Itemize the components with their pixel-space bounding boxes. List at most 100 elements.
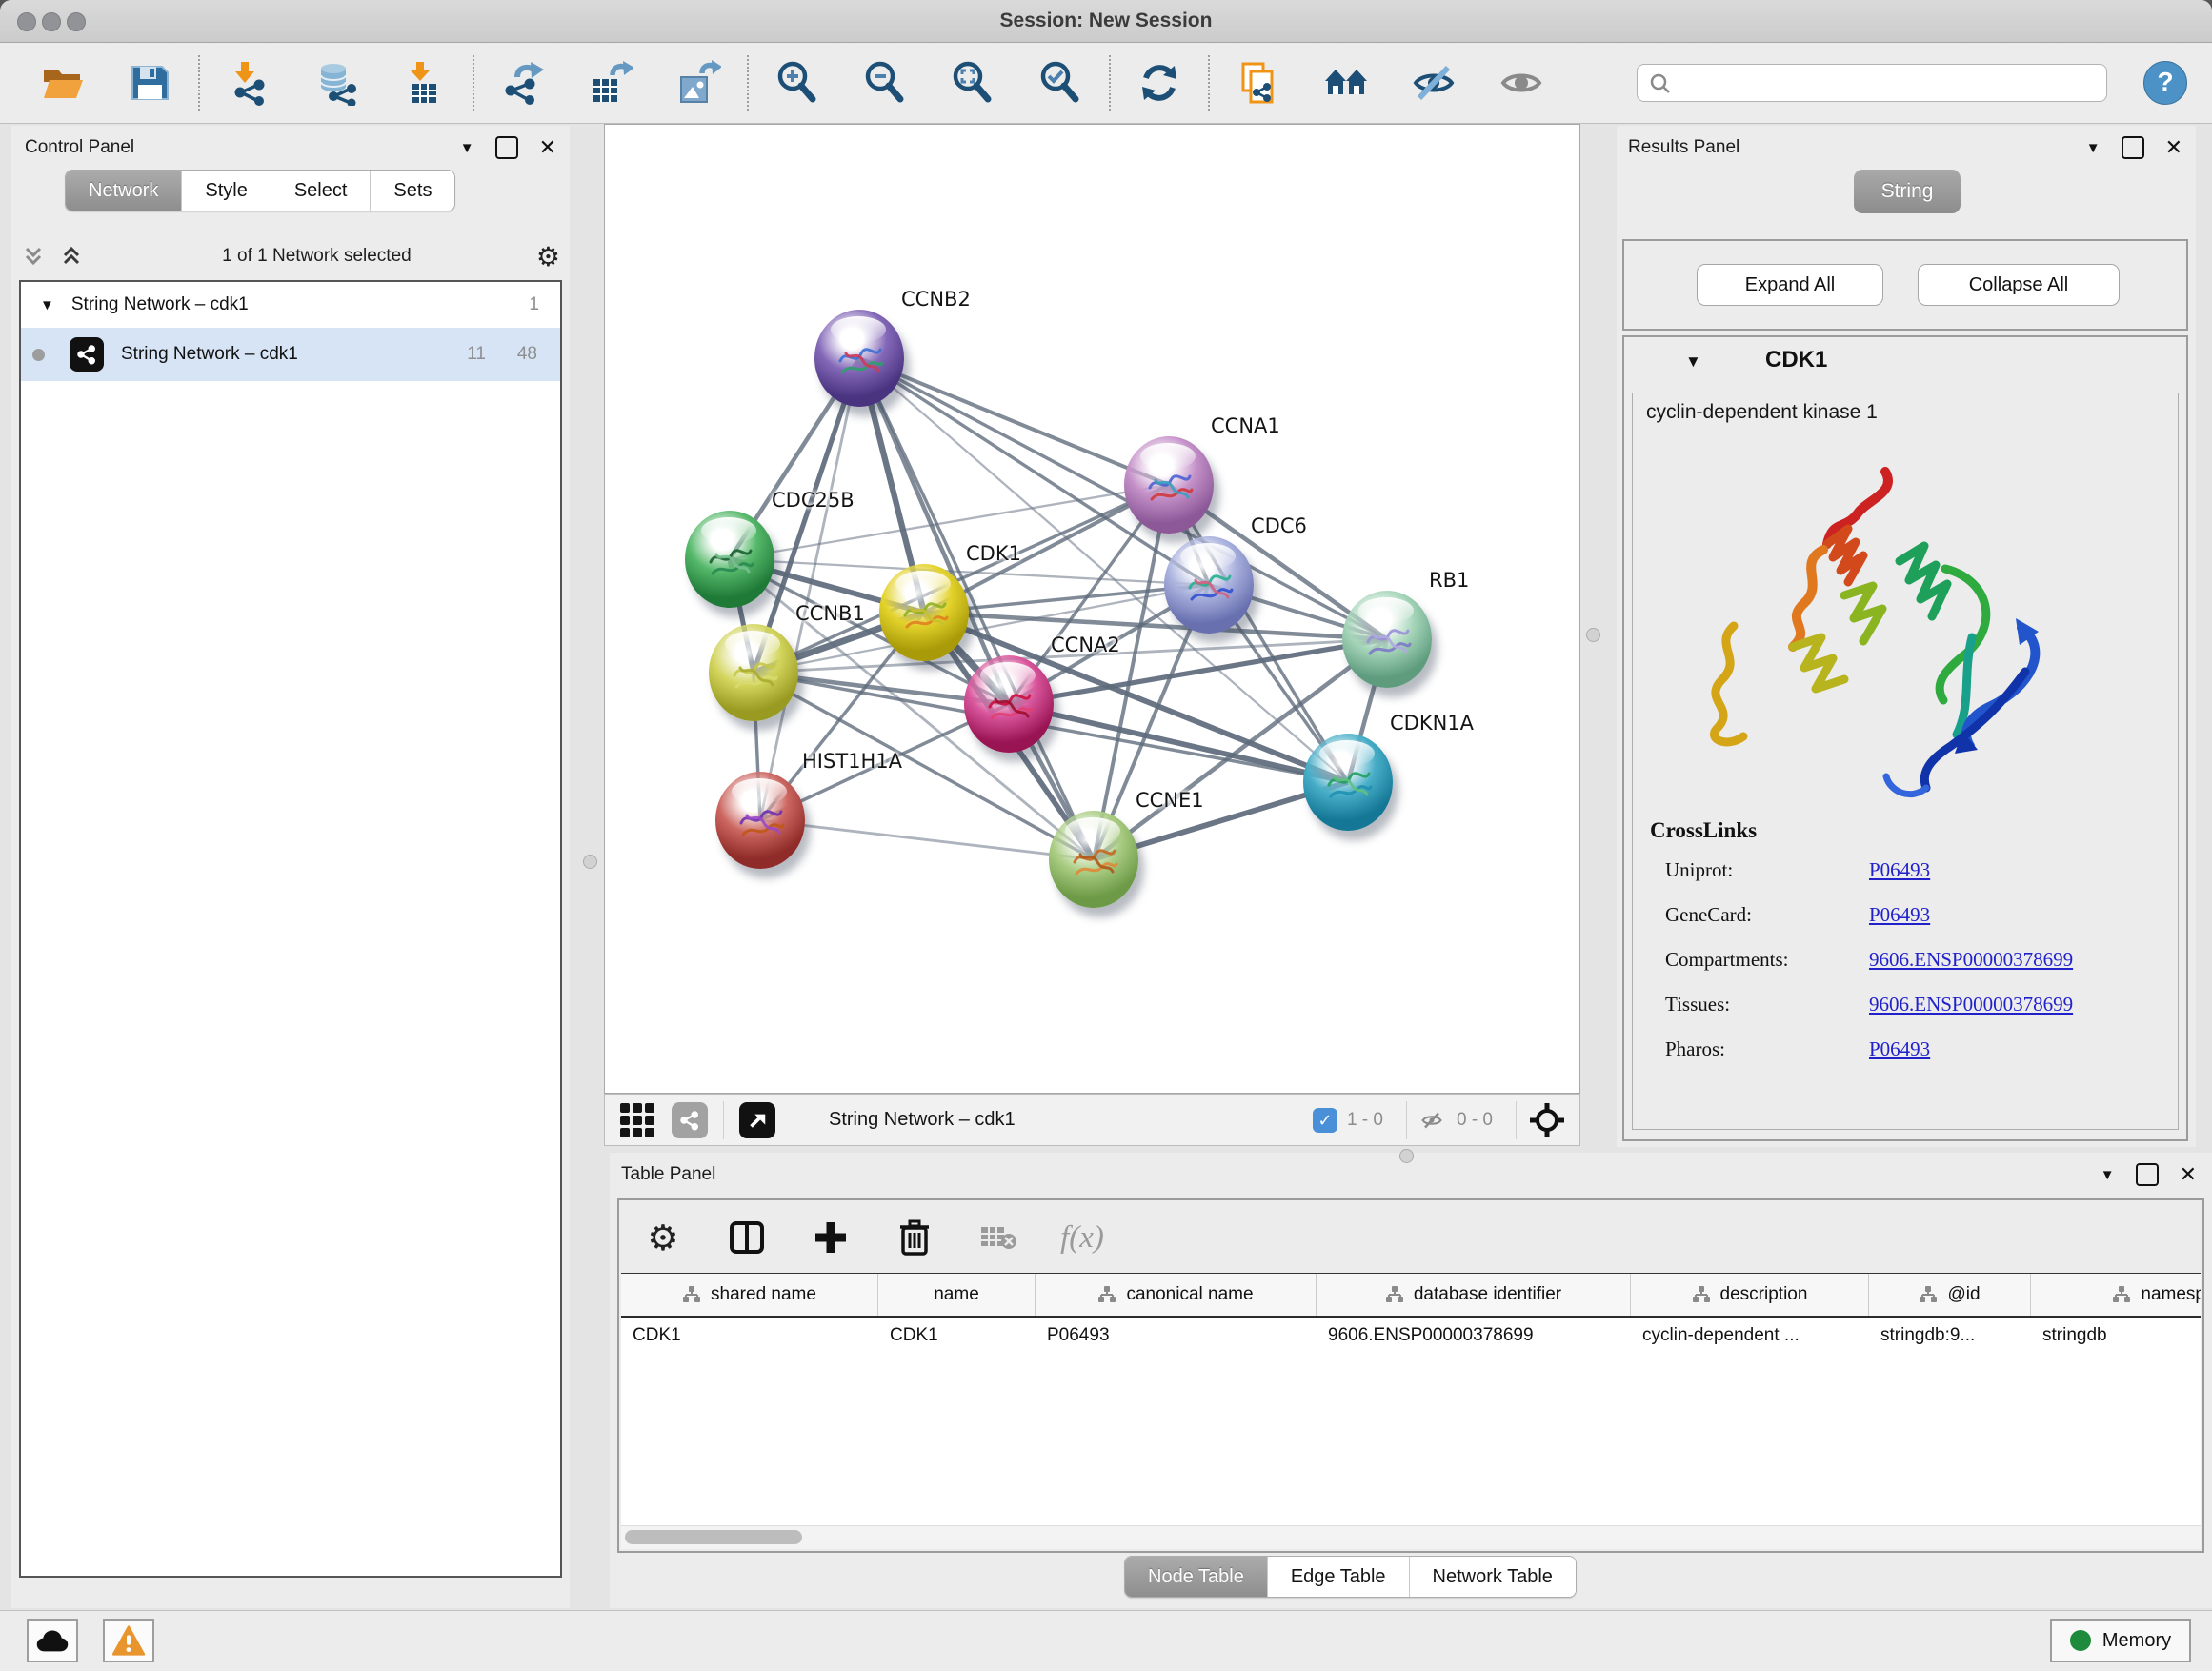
table-cell[interactable]: 9606.ENSP00000378699 [1317, 1318, 1631, 1354]
expand-all-icon[interactable] [59, 244, 84, 269]
zoom-in-icon[interactable] [774, 59, 821, 107]
zoom-out-icon[interactable] [861, 59, 909, 107]
column-header-canonical-name[interactable]: canonical name [1036, 1274, 1317, 1316]
crosslink-link[interactable]: P06493 [1869, 903, 1930, 927]
collapse-all-icon[interactable] [21, 244, 46, 269]
crosslink-link[interactable]: 9606.ENSP00000378699 [1869, 948, 2073, 972]
crosslink-link[interactable]: 9606.ENSP00000378699 [1869, 993, 2073, 1017]
network-node-ccne1[interactable] [1049, 811, 1138, 908]
export-image-icon[interactable] [674, 59, 722, 107]
column-header-database-identifier[interactable]: database identifier [1317, 1274, 1631, 1316]
save-session-icon[interactable] [126, 59, 173, 107]
splitter-handle[interactable] [583, 855, 597, 869]
table-cell[interactable]: stringdb [2031, 1318, 2201, 1354]
tab-select[interactable]: Select [271, 171, 371, 211]
tab-style[interactable]: Style [181, 171, 270, 211]
zoom-selected-icon[interactable] [1036, 59, 1084, 107]
network-node-hist1h1a[interactable] [715, 772, 805, 869]
tab-node-table[interactable]: Node Table [1125, 1557, 1267, 1597]
float-panel-icon[interactable] [495, 136, 518, 159]
search-input[interactable] [1637, 64, 2107, 102]
export-table-icon[interactable] [587, 59, 634, 107]
tab-network[interactable]: Network [66, 171, 181, 211]
hide-selected-eye-icon[interactable] [1410, 59, 1458, 107]
network-share-icon[interactable] [672, 1102, 708, 1138]
network-node-ccna1[interactable] [1124, 436, 1214, 534]
network-edge[interactable] [760, 820, 1094, 859]
splitter-handle[interactable] [1586, 628, 1600, 642]
birds-eye-crosshair-icon[interactable] [1528, 1101, 1566, 1139]
column-header-description[interactable]: description [1631, 1274, 1869, 1316]
warnings-button[interactable] [103, 1619, 154, 1662]
network-node-cdk1[interactable] [879, 564, 969, 661]
tab-sets[interactable]: Sets [370, 171, 454, 211]
memory-button[interactable]: Memory [2050, 1619, 2191, 1662]
crosslink-link[interactable]: P06493 [1869, 1037, 1930, 1061]
delete-table-icon[interactable] [977, 1217, 1019, 1258]
clone-network-icon[interactable] [1235, 59, 1282, 107]
network-options-gear-icon[interactable]: ⚙ [536, 241, 560, 272]
network-node-cdkn1a[interactable] [1303, 734, 1393, 831]
column-header-name[interactable]: name [878, 1274, 1036, 1316]
crosslink-link[interactable]: P06493 [1869, 858, 1930, 882]
network-edge[interactable] [754, 358, 859, 673]
table-cell[interactable]: cyclin-dependent ... [1631, 1318, 1869, 1354]
close-panel-icon[interactable]: ✕ [539, 138, 556, 157]
open-session-icon[interactable] [38, 59, 86, 107]
refresh-icon[interactable] [1136, 59, 1183, 107]
scrollbar-thumb[interactable] [625, 1530, 802, 1544]
table-options-gear-icon[interactable]: ⚙ [642, 1217, 684, 1258]
table-cell[interactable]: P06493 [1036, 1318, 1317, 1354]
float-panel-icon[interactable] [2136, 1163, 2159, 1186]
export-network-icon[interactable] [499, 59, 547, 107]
import-network-icon[interactable] [225, 59, 272, 107]
show-columns-icon[interactable] [726, 1217, 768, 1258]
collection-collapse-icon[interactable]: ▼ [40, 297, 54, 313]
network-collection-row[interactable]: ▼ String Network – cdk1 1 [21, 282, 560, 328]
column-header--id[interactable]: @id [1869, 1274, 2031, 1316]
panel-menu-icon[interactable]: ▼ [2101, 1167, 2115, 1183]
table-panel: Table Panel ▼ ✕ ⚙ f(x) shared namenameca… [610, 1153, 2212, 1608]
network-node-ccna2[interactable] [964, 655, 1054, 753]
network-node-cdc25b[interactable] [685, 511, 774, 608]
table-cell[interactable]: CDK1 [878, 1318, 1036, 1354]
table-row[interactable]: CDK1CDK1P064939606.ENSP00000378699cyclin… [621, 1318, 2201, 1354]
grid-view-icon[interactable] [620, 1103, 654, 1137]
network-node-rb1[interactable] [1342, 591, 1432, 688]
table-horizontal-scrollbar[interactable] [621, 1525, 2201, 1549]
network-canvas[interactable]: CCNB2CCNA1CDC25BCDK1CDC6RB1CCNB1CCNA2CDK… [604, 124, 1580, 1094]
tab-edge-table[interactable]: Edge Table [1267, 1557, 1409, 1597]
help-button[interactable]: ? [2143, 61, 2187, 105]
tab-network-table[interactable]: Network Table [1409, 1557, 1576, 1597]
import-database-icon[interactable] [312, 59, 360, 107]
detach-view-icon[interactable] [739, 1102, 775, 1138]
cloud-status-button[interactable] [27, 1619, 78, 1662]
table-cell[interactable]: CDK1 [621, 1318, 878, 1354]
table-cell[interactable]: stringdb:9... [1869, 1318, 2031, 1354]
import-table-icon[interactable] [400, 59, 448, 107]
column-header-shared-name[interactable]: shared name [621, 1274, 878, 1316]
network-node-cdc6[interactable] [1164, 536, 1254, 634]
zoom-fit-icon[interactable] [949, 59, 996, 107]
network-node-ccnb2[interactable] [814, 310, 904, 407]
network-row-selected[interactable]: String Network – cdk1 11 48 [21, 328, 560, 381]
collapse-all-button[interactable]: Collapse All [1918, 264, 2120, 306]
panel-menu-icon[interactable]: ▼ [460, 140, 474, 156]
close-panel-icon[interactable]: ✕ [2165, 138, 2182, 157]
expand-all-button[interactable]: Expand All [1697, 264, 1883, 306]
node-label-cdc6: CDC6 [1251, 514, 1307, 537]
panel-menu-icon[interactable]: ▼ [2086, 140, 2101, 156]
float-panel-icon[interactable] [2122, 136, 2144, 159]
splitter-handle[interactable] [1399, 1149, 1414, 1163]
add-column-icon[interactable] [810, 1217, 852, 1258]
tab-string[interactable]: String [1854, 170, 1961, 213]
selected-checkbox-icon[interactable]: ✓ [1313, 1108, 1337, 1133]
show-all-eye-icon[interactable] [1498, 59, 1545, 107]
entry-collapse-icon[interactable]: ▼ [1685, 352, 1701, 372]
close-panel-icon[interactable]: ✕ [2180, 1165, 2197, 1184]
network-node-ccnb1[interactable] [709, 624, 798, 721]
column-header-namespace[interactable]: namespace [2031, 1274, 2201, 1316]
delete-column-trash-icon[interactable] [894, 1217, 935, 1258]
function-builder-icon[interactable]: f(x) [1061, 1217, 1103, 1258]
homes-icon[interactable] [1322, 59, 1370, 107]
